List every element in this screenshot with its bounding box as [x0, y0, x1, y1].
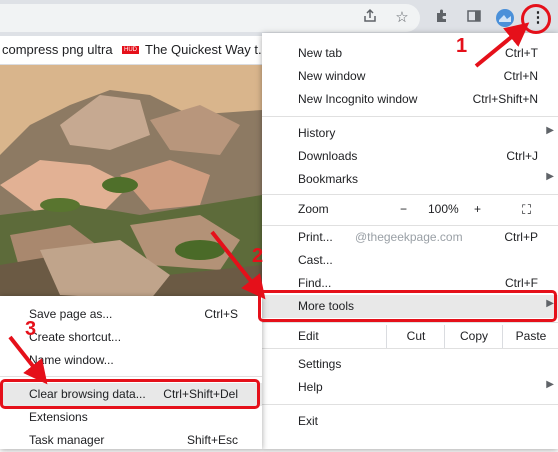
step-number-1: 1 [456, 35, 468, 57]
step-number-3: 3 [25, 318, 37, 340]
step-number-2: 2 [252, 245, 264, 267]
arrow-step-1 [474, 22, 530, 68]
arrow-step-3 [8, 335, 48, 385]
annotation-arrows [8, 22, 530, 385]
